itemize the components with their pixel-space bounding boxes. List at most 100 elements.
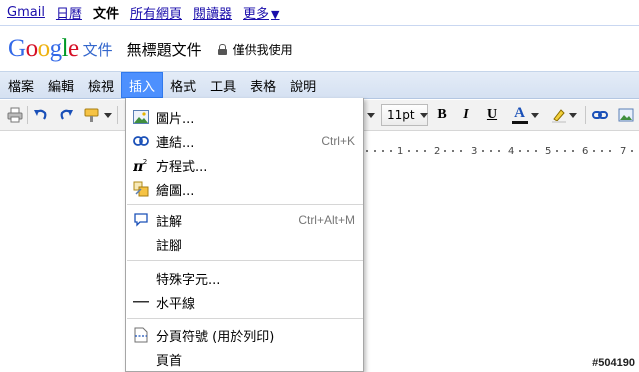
ruler-number: 1	[397, 146, 404, 157]
ruler-tick	[366, 150, 368, 152]
menu-item-label: 連結...	[156, 135, 195, 151]
nav-link-more[interactable]: 更多 ▼	[243, 3, 279, 22]
image-icon	[618, 108, 634, 122]
link-icon	[592, 111, 608, 119]
chevron-down-icon	[104, 112, 112, 118]
sharing-status-label: 僅供我使用	[232, 43, 293, 57]
menu-item-label: 特殊字元...	[156, 272, 221, 288]
menu-item-link[interactable]: 連結... Ctrl+K	[126, 129, 363, 153]
menu-item-header[interactable]: 頁首	[126, 347, 363, 371]
app-header: Google 文件 無標題文件 僅供我使用	[0, 27, 639, 70]
link-icon	[133, 133, 149, 149]
logo-letter: o	[37, 35, 51, 62]
font-size-select[interactable]: 11pt	[381, 104, 428, 126]
comment-icon	[133, 212, 149, 228]
nav-more-label: 更多	[243, 7, 270, 22]
menu-item-horizontal-line[interactable]: 水平線	[126, 290, 363, 314]
redo-button[interactable]	[56, 104, 76, 126]
text-color-button[interactable]: A	[508, 104, 542, 126]
menu-item-label: 水平線	[156, 296, 196, 312]
menu-item-equation[interactable]: π2 方程式...	[126, 153, 363, 177]
chevron-down-icon	[419, 112, 428, 118]
menu-item-comment[interactable]: 註解 Ctrl+Alt+M	[126, 208, 363, 232]
menu-file[interactable]: 檔案	[1, 72, 41, 98]
highlight-icon	[552, 109, 566, 123]
ruler-tick	[482, 150, 484, 152]
redo-icon	[60, 109, 73, 120]
insert-link-button[interactable]	[590, 104, 610, 126]
menu-edit[interactable]: 編輯	[41, 72, 81, 98]
lock-icon	[217, 44, 227, 55]
nav-link-all-pages[interactable]: 所有網頁	[130, 3, 182, 22]
undo-icon	[34, 109, 47, 120]
ruler: 1 2 3 4 5 6 7	[364, 146, 639, 158]
logo-letter: G	[8, 35, 26, 62]
ruler-tick	[490, 150, 492, 152]
font-size-value: 11pt	[387, 108, 415, 122]
nav-current-docs: 文件	[92, 7, 119, 22]
menu-tools[interactable]: 工具	[203, 72, 243, 98]
menu-item-page-break[interactable]: 分頁符號 (用於列印)	[126, 323, 363, 347]
highlight-color-button[interactable]	[548, 104, 580, 126]
bold-button[interactable]: B	[433, 104, 451, 126]
print-button[interactable]	[5, 104, 25, 126]
menu-separator	[127, 260, 363, 261]
paint-format-button[interactable]	[82, 104, 114, 126]
ruler-tick	[424, 150, 426, 152]
italic-button[interactable]: I	[457, 104, 475, 126]
menu-format[interactable]: 格式	[163, 72, 203, 98]
menu-item-special-characters[interactable]: 特殊字元...	[126, 266, 363, 290]
font-dropdown-arrow[interactable]	[364, 104, 378, 126]
ruler-tick	[527, 150, 529, 152]
menu-item-image[interactable]: 圖片...	[126, 105, 363, 129]
ruler-number: 6	[582, 146, 589, 157]
ruler-tick	[564, 150, 566, 152]
page-break-icon	[133, 327, 149, 343]
ruler-tick	[556, 150, 558, 152]
ruler-tick	[390, 150, 392, 152]
ruler-tick	[535, 150, 537, 152]
menu-item-drawing[interactable]: 繪圖...	[126, 177, 363, 201]
ruler-number: 3	[471, 146, 478, 157]
ruler-tick	[452, 150, 454, 152]
nav-link-calendar[interactable]: 日曆	[56, 3, 82, 22]
watermark-id: #504190	[592, 357, 635, 369]
chevron-down-icon: ▼	[271, 8, 280, 21]
google-logo[interactable]: Google	[8, 36, 79, 61]
menu-table[interactable]: 表格	[243, 72, 283, 98]
menu-item-shortcut: Ctrl+Alt+M	[298, 213, 355, 227]
menu-item-footnote[interactable]: 註腳	[126, 232, 363, 256]
ruler-tick	[572, 150, 574, 152]
underline-button[interactable]: U	[483, 104, 501, 126]
logo-letter: e	[68, 35, 79, 62]
document-title[interactable]: 無標題文件	[127, 39, 202, 60]
insert-menu-dropdown: 圖片... 連結... Ctrl+K π2 方程式... 繪圖... 註解 Ct…	[125, 98, 364, 372]
chevron-down-icon	[530, 112, 539, 118]
undo-button[interactable]	[31, 104, 51, 126]
ruler-tick	[408, 150, 410, 152]
nav-link-gmail[interactable]: Gmail	[7, 5, 45, 20]
menu-item-label: 分頁符號 (用於列印)	[156, 329, 275, 345]
horizontal-line-icon	[133, 294, 149, 310]
menu-separator	[127, 318, 363, 319]
ruler-number: 5	[545, 146, 552, 157]
menu-item-label: 頁首	[156, 353, 183, 369]
insert-image-button[interactable]	[615, 104, 637, 126]
sharing-status[interactable]: 僅供我使用	[217, 41, 293, 58]
ruler-tick	[444, 150, 446, 152]
menu-separator	[127, 204, 363, 205]
ruler-tick	[460, 150, 462, 152]
print-icon	[7, 107, 23, 123]
toolbar-separator	[585, 106, 586, 124]
chevron-down-icon	[367, 112, 375, 118]
menu-view[interactable]: 檢視	[81, 72, 121, 98]
toolbar-separator	[117, 106, 118, 124]
menu-item-label: 註解	[156, 214, 183, 230]
menu-insert[interactable]: 插入	[121, 72, 164, 98]
menu-bar: 檔案 編輯 檢視 插入 格式 工具 表格 說明	[0, 71, 639, 99]
menu-help[interactable]: 說明	[283, 72, 323, 98]
nav-link-reader[interactable]: 閱讀器	[193, 3, 232, 22]
ruler-tick	[382, 150, 384, 152]
ruler-tick	[601, 150, 603, 152]
menu-item-label: 註腳	[156, 238, 183, 254]
